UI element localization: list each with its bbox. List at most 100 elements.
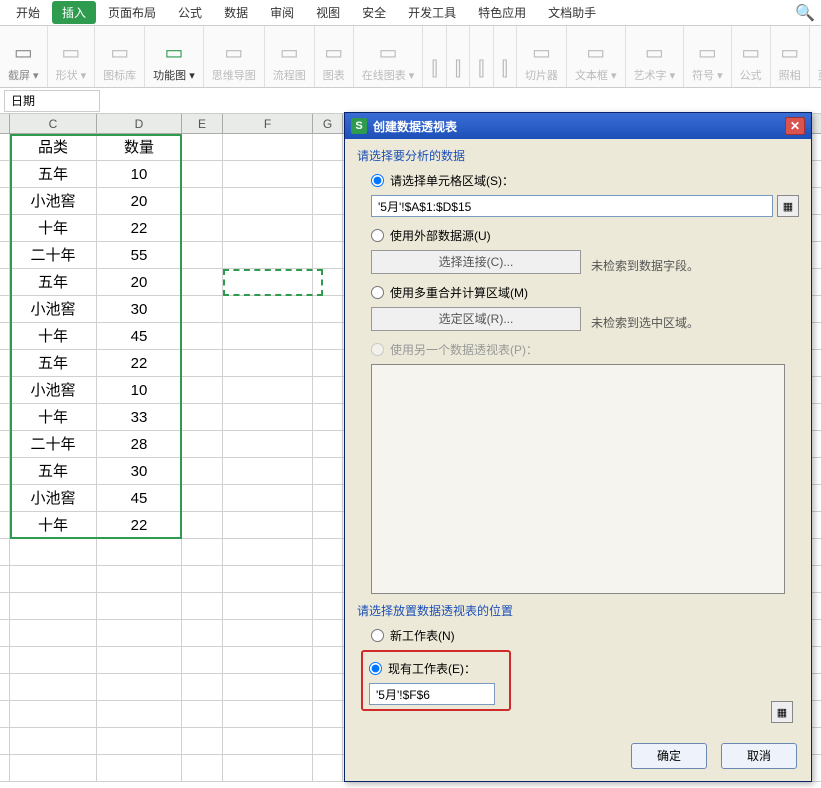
cell[interactable] [313, 350, 343, 376]
cell[interactable] [313, 134, 343, 160]
cell[interactable] [182, 566, 223, 592]
radio-multi-input[interactable] [371, 286, 384, 299]
cell[interactable] [223, 350, 313, 376]
cell[interactable]: 十年 [10, 512, 97, 538]
tab-formula[interactable]: 公式 [168, 1, 212, 24]
tab-data[interactable]: 数据 [214, 1, 258, 24]
cell[interactable] [313, 215, 343, 241]
cell[interactable] [313, 485, 343, 511]
cell[interactable]: 55 [97, 242, 182, 268]
cell[interactable] [182, 377, 223, 403]
cell[interactable]: 五年 [10, 350, 97, 376]
cell[interactable] [10, 647, 97, 673]
cell[interactable]: 33 [97, 404, 182, 430]
cell[interactable] [182, 431, 223, 457]
dialog-titlebar[interactable]: S 创建数据透视表 ✕ [345, 113, 811, 139]
ok-button[interactable]: 确定 [631, 743, 707, 769]
cell[interactable] [182, 620, 223, 646]
cell[interactable] [10, 539, 97, 565]
cell[interactable]: 30 [97, 296, 182, 322]
cell[interactable] [182, 296, 223, 322]
cell[interactable] [223, 188, 313, 214]
cell[interactable]: 10 [97, 377, 182, 403]
cell[interactable] [182, 134, 223, 160]
col-header-e[interactable]: E [182, 114, 223, 133]
cell[interactable] [97, 620, 182, 646]
cell[interactable] [182, 350, 223, 376]
cell[interactable] [97, 539, 182, 565]
radio-external-input[interactable] [371, 229, 384, 242]
cell[interactable] [313, 269, 343, 295]
radio-cell-range-input[interactable] [371, 174, 384, 187]
cell[interactable] [223, 674, 313, 700]
cell[interactable]: 二十年 [10, 431, 97, 457]
cell[interactable] [313, 701, 343, 727]
radio-existing-sheet-input[interactable] [369, 662, 382, 675]
cell[interactable] [182, 485, 223, 511]
cell[interactable] [223, 701, 313, 727]
cell[interactable] [97, 647, 182, 673]
cell[interactable]: 22 [97, 512, 182, 538]
cell[interactable] [10, 755, 97, 781]
cell[interactable] [313, 647, 343, 673]
cell[interactable] [223, 215, 313, 241]
cell[interactable] [10, 620, 97, 646]
cell[interactable] [182, 215, 223, 241]
cell[interactable] [223, 647, 313, 673]
cell[interactable] [313, 458, 343, 484]
cell[interactable] [223, 161, 313, 187]
cell[interactable] [182, 269, 223, 295]
radio-existing-sheet[interactable]: 现有工作表(E)： [369, 660, 503, 677]
cell[interactable] [223, 296, 313, 322]
cell[interactable] [182, 458, 223, 484]
select-area-button[interactable]: 选定区域(R)... [371, 307, 581, 331]
cell[interactable]: 28 [97, 431, 182, 457]
cell[interactable] [223, 593, 313, 619]
cell[interactable]: 小池窖 [10, 377, 97, 403]
cell[interactable] [97, 755, 182, 781]
cell[interactable] [223, 323, 313, 349]
cell[interactable] [223, 458, 313, 484]
tab-doc-helper[interactable]: 文档助手 [538, 1, 606, 24]
cell[interactable] [97, 566, 182, 592]
cell[interactable] [182, 755, 223, 781]
tab-view[interactable]: 视图 [306, 1, 350, 24]
cell[interactable] [10, 674, 97, 700]
cell[interactable] [313, 323, 343, 349]
cell[interactable] [182, 701, 223, 727]
cell[interactable] [182, 728, 223, 754]
cell[interactable] [97, 701, 182, 727]
cell[interactable]: 10 [97, 161, 182, 187]
tab-start[interactable]: 开始 [6, 1, 50, 24]
cell[interactable] [223, 404, 313, 430]
cell[interactable] [313, 377, 343, 403]
cell[interactable] [10, 728, 97, 754]
cell[interactable] [313, 512, 343, 538]
ribbon-功能图[interactable]: ▭功能图 ▾ [145, 26, 204, 87]
cell[interactable] [223, 728, 313, 754]
select-connection-button[interactable]: 选择连接(C)... [371, 250, 581, 274]
radio-new-sheet[interactable]: 新工作表(N) [371, 627, 799, 644]
range-input[interactable] [371, 195, 773, 217]
close-icon[interactable]: ✕ [785, 117, 805, 135]
radio-external[interactable]: 使用外部数据源(U) [371, 227, 799, 244]
cell[interactable] [313, 404, 343, 430]
cell[interactable] [182, 539, 223, 565]
cell[interactable] [223, 620, 313, 646]
tab-special[interactable]: 特色应用 [468, 1, 536, 24]
tab-review[interactable]: 审阅 [260, 1, 304, 24]
radio-multi[interactable]: 使用多重合并计算区域(M) [371, 284, 799, 301]
cell[interactable]: 十年 [10, 215, 97, 241]
cell[interactable] [223, 485, 313, 511]
cell[interactable] [313, 296, 343, 322]
cell[interactable]: 22 [97, 350, 182, 376]
cell[interactable] [313, 593, 343, 619]
col-header-f[interactable]: F [223, 114, 313, 133]
cell[interactable] [182, 161, 223, 187]
cell[interactable] [10, 593, 97, 619]
col-header-d[interactable]: D [97, 114, 182, 133]
cell[interactable] [313, 161, 343, 187]
tab-dev[interactable]: 开发工具 [398, 1, 466, 24]
cell[interactable] [223, 242, 313, 268]
cell[interactable] [313, 242, 343, 268]
